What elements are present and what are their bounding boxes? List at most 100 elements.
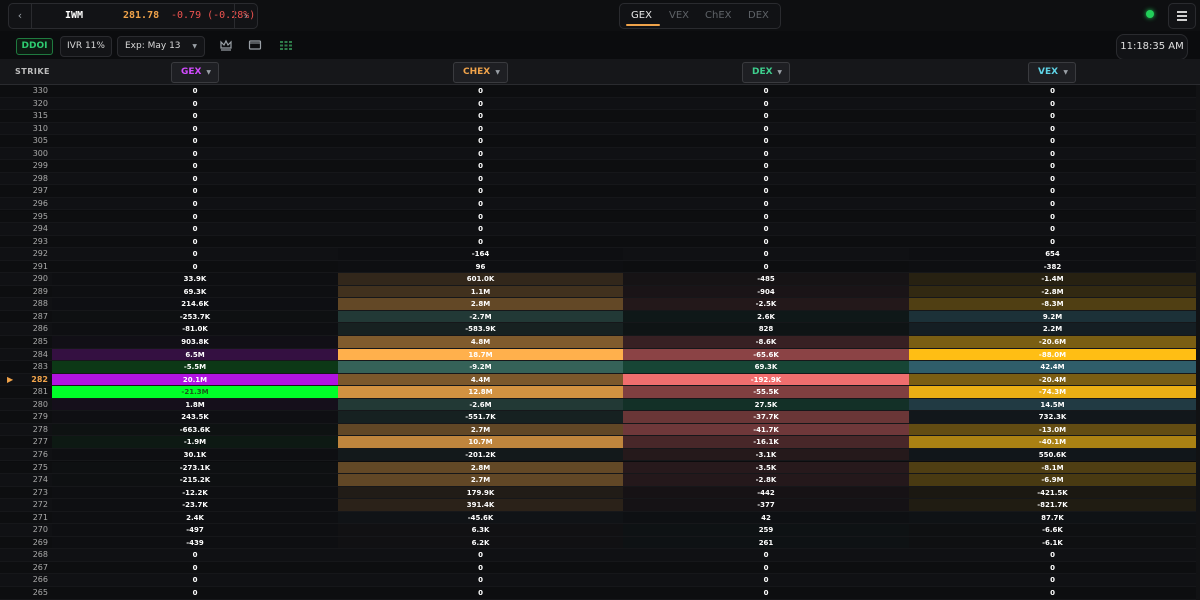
table-row[interactable]: 292 0 -164 0 654 xyxy=(0,248,1196,261)
table-row[interactable]: 300 0 0 0 0 xyxy=(0,147,1196,161)
strike-value: 300 xyxy=(32,148,48,158)
chex-cell: 2.7M xyxy=(338,474,623,486)
table-row[interactable]: 283 -5.5M -9.2M 69.3K 42.4M xyxy=(0,361,1196,374)
chex-cell: 0 xyxy=(478,225,483,234)
menu-button[interactable] xyxy=(1168,3,1196,29)
table-row[interactable]: 295 0 0 0 0 xyxy=(0,210,1196,224)
scrollbar[interactable] xyxy=(1196,85,1200,600)
table-row[interactable]: 280 1.8M -2.6M 27.5K 14.5M xyxy=(0,398,1196,412)
prev-ticker-button[interactable]: ‹ xyxy=(9,4,32,28)
table-row[interactable]: 279 243.5K -551.7K -37.7K 732.3K xyxy=(0,411,1196,424)
table-row[interactable]: 269 -439 6.2K 261 -6.1K xyxy=(0,536,1196,550)
gex-cell: 0 xyxy=(192,551,198,560)
table-row[interactable]: 286 -81.0K -583.9K 828 2.2M xyxy=(0,323,1196,336)
tab-chex[interactable]: ChEX xyxy=(705,4,732,28)
dex-cell: -16.1K xyxy=(623,436,909,448)
dex-cell: 0 xyxy=(763,149,769,158)
tab-vex[interactable]: VEX xyxy=(669,4,689,28)
table-row[interactable]: 270 -497 6.3K 259 -6.6K xyxy=(0,524,1196,537)
table-row[interactable]: 266 0 0 0 0 xyxy=(0,574,1196,587)
dex-cell: -192.9K xyxy=(623,373,909,386)
strike-value: 281 xyxy=(32,387,48,397)
table-row[interactable]: 293 0 0 0 0 xyxy=(0,235,1196,249)
strike-cell: 267 xyxy=(6,562,50,574)
current-price-arrow-icon: ▶ xyxy=(7,374,14,384)
table-row[interactable]: 296 0 0 0 0 xyxy=(0,197,1196,211)
dex-column-select[interactable]: DEX ▼ xyxy=(742,62,790,83)
strike-cell: 330 xyxy=(6,85,50,97)
table-row[interactable]: 291 0 96 0 -382 xyxy=(0,260,1196,274)
dex-cell: -2.8K xyxy=(623,474,909,486)
table-row[interactable]: 288 214.6K 2.8M -2.5K -8.3M xyxy=(0,298,1196,311)
table-row[interactable]: 268 0 0 0 0 xyxy=(0,549,1196,562)
dex-cell: -3.5K xyxy=(623,461,909,474)
chex-cell: -583.9K xyxy=(338,323,623,335)
chex-cell: 4.8M xyxy=(338,336,623,348)
vex-cell: 42.4M xyxy=(909,361,1196,373)
ticker-symbol[interactable]: IWM xyxy=(65,4,83,28)
table-row[interactable]: 267 0 0 0 0 xyxy=(0,561,1196,575)
table-row[interactable]: 281 -21.3M 12.8M -55.5K -74.3M xyxy=(0,386,1196,399)
gex-cell: 0 xyxy=(192,87,198,95)
window-icon[interactable] xyxy=(246,36,264,54)
chevron-down-icon: ▼ xyxy=(495,69,500,76)
chex-column-select[interactable]: CHEX ▼ xyxy=(453,62,508,83)
table-row[interactable]: 275 -273.1K 2.8M -3.5K -8.1M xyxy=(0,461,1196,475)
table-row[interactable]: 330 0 0 0 0 xyxy=(0,85,1196,98)
table-row[interactable]: 310 0 0 0 0 xyxy=(0,122,1196,136)
strike-value: 288 xyxy=(32,299,48,309)
expiry-select[interactable]: Exp: May 13 ▼ xyxy=(117,36,205,57)
gex-cell: 0 xyxy=(192,212,198,221)
table-row[interactable]: 297 0 0 0 0 xyxy=(0,185,1196,198)
table-row[interactable]: 305 0 0 0 0 xyxy=(0,135,1196,148)
table-row[interactable]: 284 6.5M 18.7M -65.6K -88.0M xyxy=(0,348,1196,362)
table-row[interactable]: 289 69.3K 1.1M -904 -2.8M xyxy=(0,285,1196,299)
crown-icon[interactable] xyxy=(217,36,235,54)
next-ticker-button[interactable]: › xyxy=(234,4,257,28)
table-row[interactable]: 287 -253.7K -2.7M 2.6K 9.2M xyxy=(0,310,1196,324)
table-row[interactable]: 277 -1.9M 10.7M -16.1K -40.1M xyxy=(0,436,1196,449)
dex-cell: 0 xyxy=(763,187,769,196)
vex-cell: -8.1M xyxy=(909,461,1196,474)
table-row[interactable]: 320 0 0 0 0 xyxy=(0,97,1196,111)
chex-cell: 0 xyxy=(478,174,483,183)
table-row[interactable]: 290 33.9K 601.0K -485 -1.4M xyxy=(0,273,1196,286)
tab-dex[interactable]: DEX xyxy=(748,4,769,28)
table-row[interactable]: 298 0 0 0 0 xyxy=(0,172,1196,186)
ddoi-toggle[interactable]: DDOI xyxy=(16,38,53,55)
dex-cell: 0 xyxy=(763,237,769,246)
ivr-badge[interactable]: IVR 11% xyxy=(60,36,112,57)
strike-value: 330 xyxy=(32,86,48,95)
dex-cell: 27.5K xyxy=(623,398,909,411)
ticker-price: 281.78 xyxy=(123,10,160,21)
vex-cell: 0 xyxy=(1050,124,1055,133)
gex-cell: 0 xyxy=(192,149,198,158)
gex-column-select[interactable]: GEX ▼ xyxy=(171,62,219,83)
table-row[interactable]: ▶ 282 20.1M 4.4M -192.9K -20.4M xyxy=(0,373,1196,387)
vex-cell: -6.6K xyxy=(909,524,1196,536)
table-row[interactable]: 315 0 0 0 0 xyxy=(0,110,1196,123)
table-row[interactable]: 272 -23.7K 391.4K -377 -821.7K xyxy=(0,499,1196,512)
table-row[interactable]: 274 -215.2K 2.7M -2.8K -6.9M xyxy=(0,474,1196,487)
dex-cell: 259 xyxy=(623,524,909,536)
gex-cell: -23.7K xyxy=(52,499,338,511)
table-row[interactable]: 276 30.1K -201.2K -3.1K 550.6K xyxy=(0,448,1196,462)
table-row[interactable]: 294 0 0 0 0 xyxy=(0,223,1196,236)
strike-cell: 281 xyxy=(6,386,50,398)
heatmap-grid-icon[interactable] xyxy=(277,36,295,54)
table-row[interactable]: 285 903.8K 4.8M -8.6K -20.6M xyxy=(0,336,1196,349)
table-row[interactable]: 265 0 0 0 0 xyxy=(0,587,1196,600)
dex-cell: 0 xyxy=(763,576,769,585)
dex-cell: 0 xyxy=(763,99,769,108)
chex-cell: -9.2M xyxy=(338,361,623,373)
vex-column-select[interactable]: VEX ▼ xyxy=(1028,62,1076,83)
chex-cell: 0 xyxy=(478,124,483,133)
vex-cell: -2.8M xyxy=(909,285,1196,298)
table-row[interactable]: 273 -12.2K 179.9K -442 -421.5K xyxy=(0,486,1196,500)
chex-cell: 96 xyxy=(338,260,623,273)
table-row[interactable]: 278 -663.6K 2.7M -41.7K -13.0M xyxy=(0,423,1196,437)
dex-cell: 0 xyxy=(763,563,769,572)
table-row[interactable]: 271 2.4K -45.6K 42 87.7K xyxy=(0,511,1196,525)
strike-cell: 290 xyxy=(6,273,50,285)
table-row[interactable]: 299 0 0 0 0 xyxy=(0,160,1196,173)
